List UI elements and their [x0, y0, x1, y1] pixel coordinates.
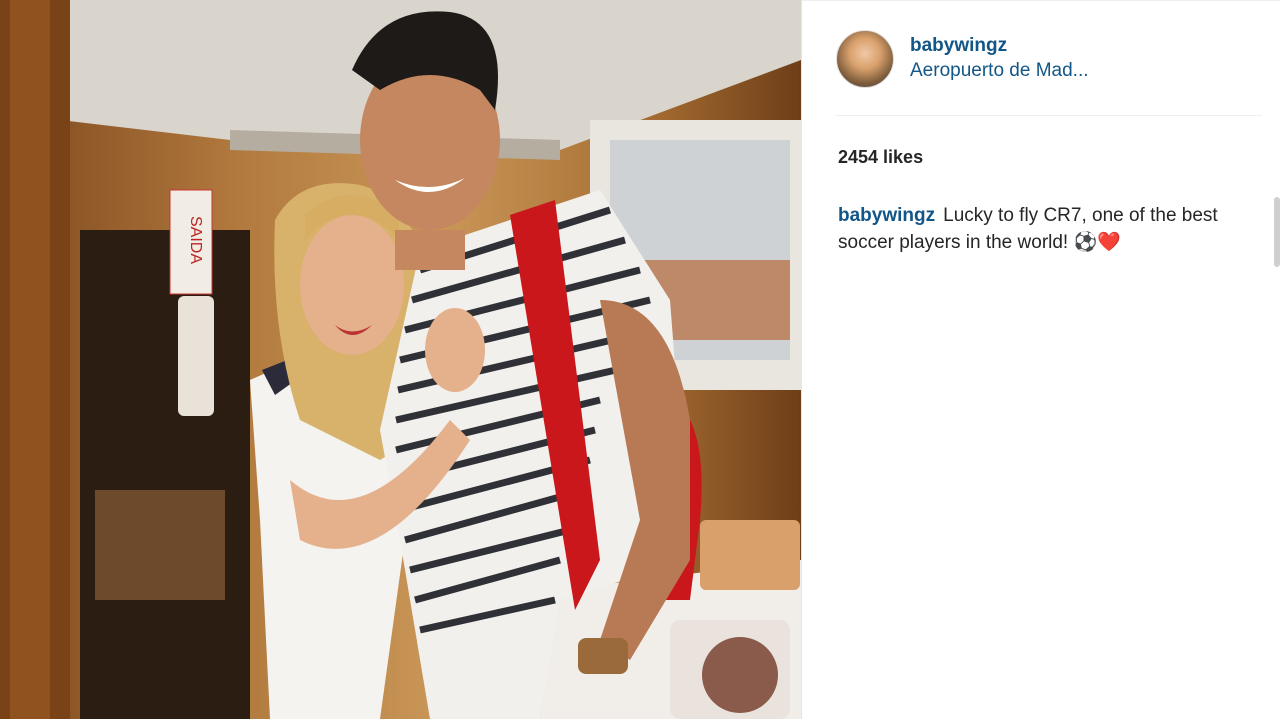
post-info-panel: babywingz Aeropuerto de Mad... 2454 like… [802, 0, 1280, 719]
photo-illustration: SAIDA [0, 0, 801, 719]
instagram-post: SAIDA babywingz Aeropuerto de Mad... 245… [0, 0, 1280, 719]
avatar[interactable] [836, 30, 894, 88]
header-separator [836, 115, 1262, 116]
likes-count[interactable]: 2454 likes [838, 147, 923, 168]
caption-username-link[interactable]: babywingz [838, 205, 935, 226]
exit-sign-text: SAIDA [187, 216, 204, 264]
comments-scrollbar[interactable] [1274, 197, 1280, 267]
author-info: babywingz Aeropuerto de Mad... [910, 34, 1089, 84]
author-username-link[interactable]: babywingz [910, 34, 1089, 58]
post-header: babywingz Aeropuerto de Mad... [836, 29, 1262, 89]
post-photo[interactable]: SAIDA [0, 0, 801, 719]
post-caption: babywingz Lucky to fly CR7, one of the be… [838, 202, 1238, 256]
location-link[interactable]: Aeropuerto de Mad... [910, 58, 1089, 84]
